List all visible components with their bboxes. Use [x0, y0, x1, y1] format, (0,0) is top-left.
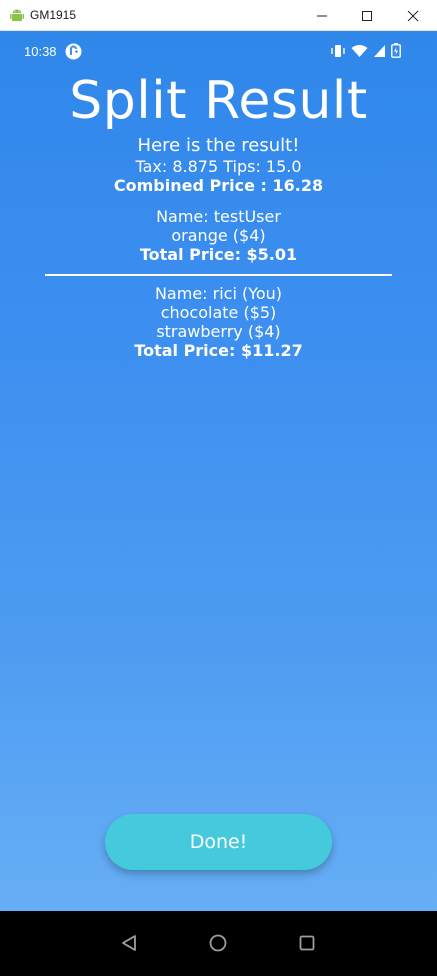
signal-icon: [374, 44, 385, 57]
vibrate-icon: [331, 44, 345, 57]
combined-price: Combined Price : 16.28: [113, 176, 324, 195]
home-icon[interactable]: [208, 933, 228, 953]
result-summary: Here is the result! Tax: 8.875 Tips: 15.…: [0, 135, 437, 196]
person-card: Name: testUser orange ($4) Total Price: …: [0, 207, 437, 265]
battery-icon: [391, 43, 401, 58]
minimize-icon: [317, 15, 327, 16]
minimize-button[interactable]: [299, 0, 345, 31]
back-icon[interactable]: [119, 933, 139, 953]
person-name: Name: testUser: [156, 207, 281, 226]
window-titlebar: GM1915: [0, 0, 437, 31]
page-title: Split Result: [69, 71, 368, 131]
done-button[interactable]: Done!: [105, 814, 332, 870]
wifi-icon: [351, 44, 368, 57]
person-card: Name: rici (You) chocolate ($5) strawber…: [0, 284, 437, 361]
app-screen: 10:38 Split Result Here is the result! T…: [0, 31, 437, 911]
person-total: Total Price: $5.01: [139, 245, 298, 264]
person-item: orange ($4): [171, 226, 266, 245]
sync-icon: [65, 43, 82, 60]
person-name: Name: rici (You): [154, 284, 283, 303]
window-title: GM1915: [30, 8, 77, 22]
tax-tips-text: Tax: 8.875 Tips: 15.0: [135, 157, 302, 176]
close-button[interactable]: [390, 0, 436, 31]
status-bar: 10:38: [0, 31, 437, 73]
result-intro: Here is the result!: [137, 135, 300, 156]
maximize-button[interactable]: [344, 0, 390, 31]
person-total: Total Price: $11.27: [134, 341, 303, 360]
status-icons: [330, 43, 401, 58]
android-icon: [10, 9, 24, 21]
person-item: chocolate ($5): [160, 303, 277, 322]
recents-icon[interactable]: [297, 933, 317, 953]
person-item: strawberry ($4): [156, 322, 281, 341]
close-icon: [407, 10, 419, 21]
maximize-icon: [362, 10, 372, 21]
divider: [45, 274, 392, 276]
android-nav-bar: [0, 911, 437, 976]
status-time: 10:38: [24, 44, 57, 59]
